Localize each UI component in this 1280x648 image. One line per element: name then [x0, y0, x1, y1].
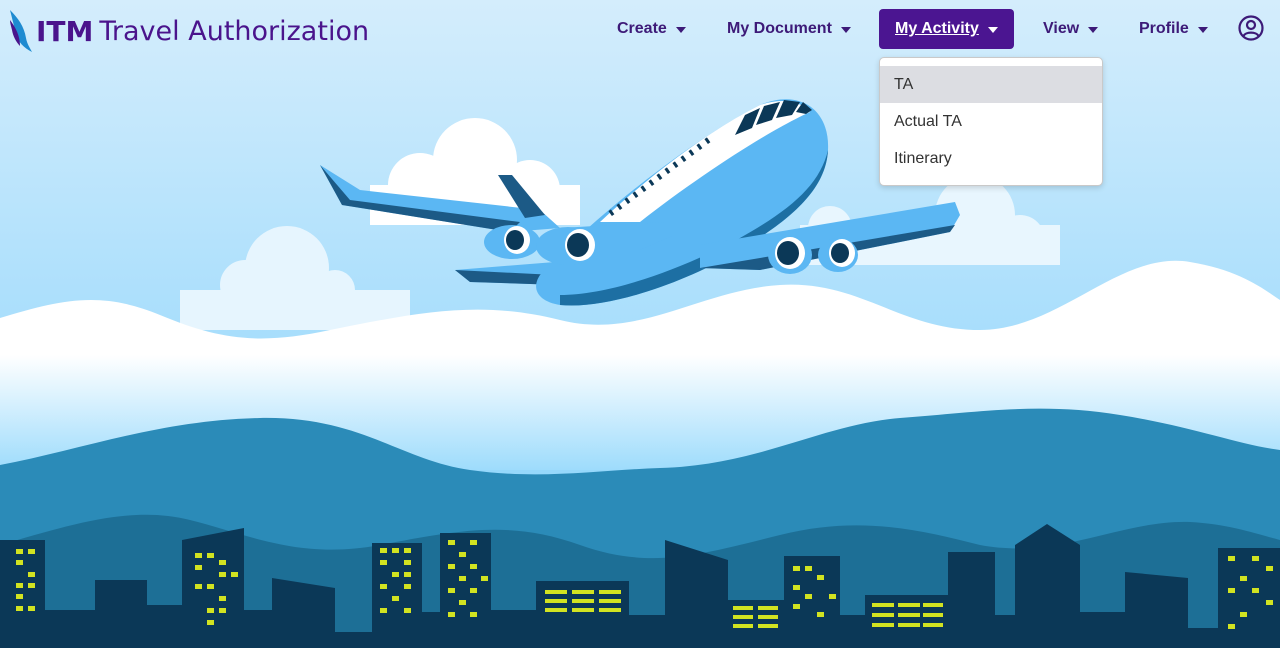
top-nav: Create My Document My Activity View Prof…	[0, 9, 1280, 49]
user-circle-icon[interactable]	[1238, 15, 1264, 41]
nav-profile[interactable]: Profile	[1139, 9, 1208, 49]
caret-down-icon	[987, 27, 998, 33]
nav-view[interactable]: View	[1043, 9, 1099, 49]
caret-down-icon	[1088, 27, 1099, 33]
nav-my-activity[interactable]: My Activity	[879, 9, 1014, 49]
dropdown-item-actual-ta[interactable]: Actual TA	[880, 103, 1102, 140]
dropdown-item-ta[interactable]: TA	[880, 66, 1102, 103]
caret-down-icon	[840, 27, 851, 33]
nav-create-label: Create	[617, 20, 667, 37]
nav-create[interactable]: Create	[617, 9, 686, 49]
caret-down-icon	[675, 27, 686, 33]
engine-2	[536, 227, 600, 265]
nav-my-document-label: My Document	[727, 20, 832, 37]
dropdown-item-itinerary[interactable]: Itinerary	[880, 140, 1102, 177]
nav-my-document[interactable]: My Document	[727, 9, 851, 49]
my-activity-dropdown: TA Actual TA Itinerary	[879, 57, 1103, 186]
engine-3	[768, 236, 812, 274]
engine-1	[484, 225, 540, 259]
caret-down-icon	[1197, 27, 1208, 33]
nav-view-label: View	[1043, 20, 1080, 37]
engine-4	[818, 238, 858, 272]
nav-my-activity-label: My Activity	[895, 20, 979, 37]
nav-profile-label: Profile	[1139, 20, 1189, 37]
